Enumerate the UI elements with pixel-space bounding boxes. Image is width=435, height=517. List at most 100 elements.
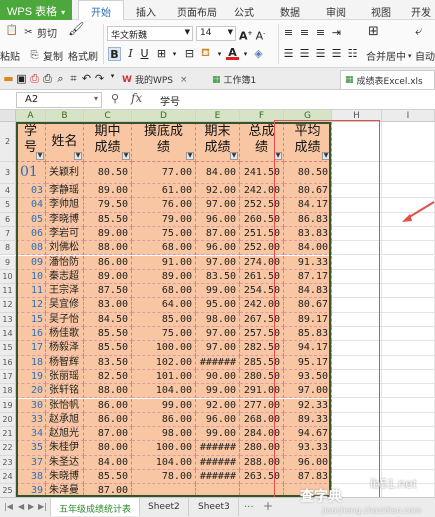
row-header[interactable]: 10 [0,269,16,285]
empty-cell[interactable] [382,284,435,299]
empty-cell[interactable] [382,162,435,184]
cell-student-id[interactable]: 06 [16,226,46,242]
cell-midterm[interactable]: 85.50 [84,470,132,485]
cell-student-id[interactable]: 30 [16,398,46,413]
cell-student-id[interactable]: 18 [16,355,46,370]
cell-student-id[interactable]: 12 [16,298,46,313]
row-header[interactable]: 21 [0,427,16,442]
save-icon[interactable]: ▣ [15,72,28,85]
cell-name[interactable]: 吴宜修 [46,298,84,313]
cell-average[interactable]: 84.83 [284,284,332,299]
empty-cell[interactable] [332,122,382,162]
align-right-icon[interactable]: ☰ [314,47,327,61]
tab-my-wps[interactable]: W 我的WPS × [118,70,192,89]
row-header[interactable]: 19 [0,398,16,413]
filter-dropdown-icon[interactable]: ▼ [322,152,330,160]
cell-midterm[interactable]: 85.50 [84,341,132,356]
export-pdf-icon[interactable]: ⎙ [28,72,41,86]
cell-name[interactable]: 李帅旭 [46,198,84,213]
empty-cell[interactable] [382,255,435,270]
cell-midterm[interactable]: 83.00 [84,298,132,313]
cell-average[interactable]: 87.17 [284,269,332,285]
tab-grade-file[interactable]: ▦ 成绩表Excel.xls [340,70,435,89]
header-mock-exam[interactable]: 摸底成 绩 ▼ [132,122,196,162]
empty-cell[interactable] [332,255,382,270]
cut-button[interactable]: ✂ 剪切 [22,25,57,40]
empty-cell[interactable] [332,441,382,456]
sheet-tab-grades[interactable]: 五年级成绩统计表 [50,498,141,516]
print-preview-icon[interactable]: ⌕ [54,72,67,86]
cell-total[interactable]: 274.00 [240,255,284,270]
empty-cell[interactable] [332,355,382,370]
cell-student-id[interactable]: 19 [16,369,46,385]
align-left-icon[interactable]: ☰ [282,47,295,61]
cell-midterm[interactable]: 80.00 [84,441,132,456]
cell-student-id[interactable]: 15 [16,312,46,327]
cell-average[interactable]: 92.33 [284,398,332,413]
filter-dropdown-icon[interactable]: ▼ [122,152,130,160]
empty-cell[interactable] [332,198,382,213]
cell-total[interactable]: 280.50 [240,369,284,385]
empty-cell[interactable] [332,312,382,327]
cell-total[interactable]: 284.00 [240,427,284,442]
cell-final[interactable]: 83.50 [196,269,240,285]
row-header[interactable]: 15 [0,341,16,356]
select-all-corner[interactable] [0,110,16,122]
print-icon[interactable]: ⎙ [41,72,54,86]
cell-average[interactable]: 84.00 [284,241,332,256]
cell-final[interactable]: 96.00 [196,241,240,256]
cell-final[interactable]: 92.00 [196,184,240,199]
row-header[interactable]: 13 [0,312,16,327]
empty-cell[interactable] [382,441,435,456]
row-header[interactable]: 5 [0,198,16,213]
cell-mock-exam[interactable]: 102.00 [132,355,196,370]
tab-view[interactable]: 视图 [371,4,391,19]
cell-name[interactable]: 潘怡防 [46,255,84,270]
last-sheet-icon[interactable]: ▶| [38,502,47,511]
filter-dropdown-icon[interactable]: ▼ [74,152,82,160]
cell-final[interactable]: 99.00 [196,284,240,299]
cell-midterm[interactable]: 83.50 [84,355,132,370]
cell-name[interactable]: 杨智辉 [46,355,84,370]
cell-average[interactable]: 93.33 [284,441,332,456]
folder-icon[interactable]: ▬ [2,72,15,85]
cell-mock-exam[interactable]: 68.00 [132,284,196,299]
cell-final[interactable]: 97.00 [196,327,240,342]
tab-formulas[interactable]: 公式 [234,4,254,19]
cell-name[interactable]: 杨佳歌 [46,327,84,342]
cell-student-id[interactable]: 10 [16,269,46,285]
cell-mock-exam[interactable]: 76.00 [132,198,196,213]
empty-cell[interactable] [382,384,435,399]
font-size-select[interactable]: 14 ▼ [196,26,236,41]
column-header-g[interactable]: G [284,110,332,122]
column-header-d[interactable]: D [132,110,196,122]
cell-average[interactable]: 91.33 [284,255,332,270]
cell-final[interactable]: 87.00 [196,226,240,242]
cell-total[interactable]: 254.50 [240,284,284,299]
underline-button[interactable]: U [138,47,151,61]
row-header[interactable]: 12 [0,298,16,313]
cell-student-id[interactable]: 33 [16,412,46,428]
empty-cell[interactable] [332,298,382,313]
cell-student-id[interactable]: 11 [16,284,46,299]
row-header[interactable]: 17 [0,369,16,385]
cell-final[interactable]: 95.00 [196,298,240,313]
cell-total[interactable]: 288.00 [240,455,284,470]
empty-cell[interactable] [382,269,435,285]
name-box[interactable]: A2 ▾ [16,92,102,108]
empty-cell[interactable] [382,312,435,327]
cell-mock-exam[interactable]: 100.00 [132,341,196,356]
empty-cell[interactable] [332,369,382,385]
empty-cell[interactable] [332,398,382,413]
cell-total[interactable]: 257.50 [240,327,284,342]
cell-midterm[interactable]: 88.00 [84,384,132,399]
cell-midterm[interactable]: 86.00 [84,398,132,413]
cell-mock-exam[interactable]: 91.00 [132,255,196,270]
cell-mock-exam[interactable]: 78.00 [132,470,196,485]
cell-total[interactable]: 260.50 [240,212,284,227]
cell-total[interactable]: 242.00 [240,184,284,199]
prev-sheet-icon[interactable]: ◀ [18,502,24,511]
cell-final[interactable]: 99.00 [196,384,240,399]
clear-format-icon[interactable]: ◈ [252,47,265,61]
empty-cell[interactable] [382,455,435,470]
